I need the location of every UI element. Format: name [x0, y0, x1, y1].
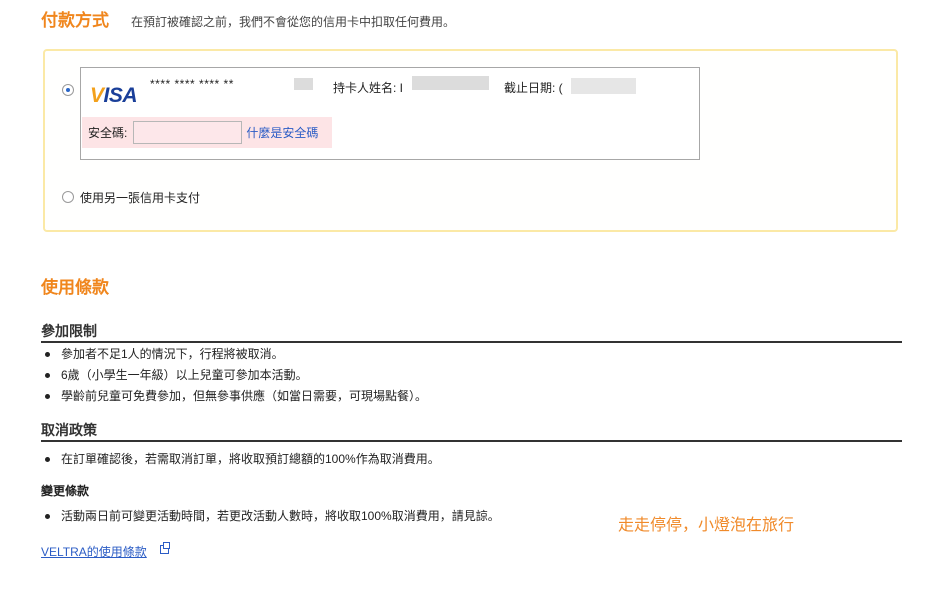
card-holder-label: 持卡人姓名: I — [333, 81, 404, 95]
security-code-input[interactable] — [133, 121, 243, 144]
list-item: 活動兩日前可變更活動時間，若更改活動人數時，將收取100%取消費用，請見諒。 — [41, 506, 500, 527]
terms-of-use-link[interactable]: VELTRA的使用條款 — [41, 543, 147, 560]
saved-card-radio[interactable] — [62, 84, 74, 96]
external-link-icon[interactable] — [160, 542, 170, 554]
payment-method-box: VISA **** **** **** ** 持卡人姓名: I 截止日期: ( … — [43, 49, 898, 232]
participation-heading: 參加限制 — [41, 321, 902, 343]
security-code-row: 安全碼: 什麼是安全碼 — [82, 117, 332, 148]
payment-header: 付款方式 在預訂被確認之前，我們不會從您的信用卡中扣取任何費用。 — [41, 6, 456, 30]
visa-card-icon: VISA — [90, 84, 138, 107]
new-card-label[interactable]: 使用另一張信用卡支付 — [80, 189, 200, 206]
security-code-help-link[interactable]: 什麼是安全碼 — [246, 124, 318, 141]
redacted-expiry-date — [571, 78, 636, 94]
payment-title: 付款方式 — [41, 11, 109, 30]
list-item: 學齡前兒童可免費參加，但無參事供應（如當日需要，可現場點餐）。 — [41, 386, 427, 407]
security-code-label: 安全碼: — [88, 126, 128, 140]
new-card-radio[interactable] — [62, 191, 74, 203]
cancellation-heading: 取消政策 — [41, 420, 902, 442]
expiry-date-label: 截止日期: ( — [504, 81, 563, 95]
cancellation-list: 在訂單確認後，若需取消訂單，將收取預訂總額的100%作為取消費用。 — [41, 449, 440, 470]
redacted-card-digits — [294, 78, 313, 90]
list-item: 在訂單確認後，若需取消訂單，將收取預訂總額的100%作為取消費用。 — [41, 449, 440, 470]
saved-card-panel: VISA **** **** **** ** 持卡人姓名: I 截止日期: ( … — [80, 67, 700, 160]
masked-card-number: **** **** **** ** — [150, 77, 234, 91]
terms-title: 使用條款 — [41, 278, 109, 297]
list-item: 參加者不足1人的情況下，行程將被取消。 — [41, 344, 427, 365]
watermark-text: 走走停停，小燈泡在旅行 — [618, 517, 795, 534]
participation-list: 參加者不足1人的情況下，行程將被取消。 6歲（小學生一年級）以上兒童可參加本活動… — [41, 344, 427, 407]
payment-note: 在預訂被確認之前，我們不會從您的信用卡中扣取任何費用。 — [131, 15, 456, 29]
change-list: 活動兩日前可變更活動時間，若更改活動人數時，將收取100%取消費用，請見諒。 — [41, 506, 500, 527]
change-heading: 變更條款 — [41, 484, 90, 498]
redacted-card-holder — [412, 76, 489, 90]
list-item: 6歲（小學生一年級）以上兒童可參加本活動。 — [41, 365, 427, 386]
